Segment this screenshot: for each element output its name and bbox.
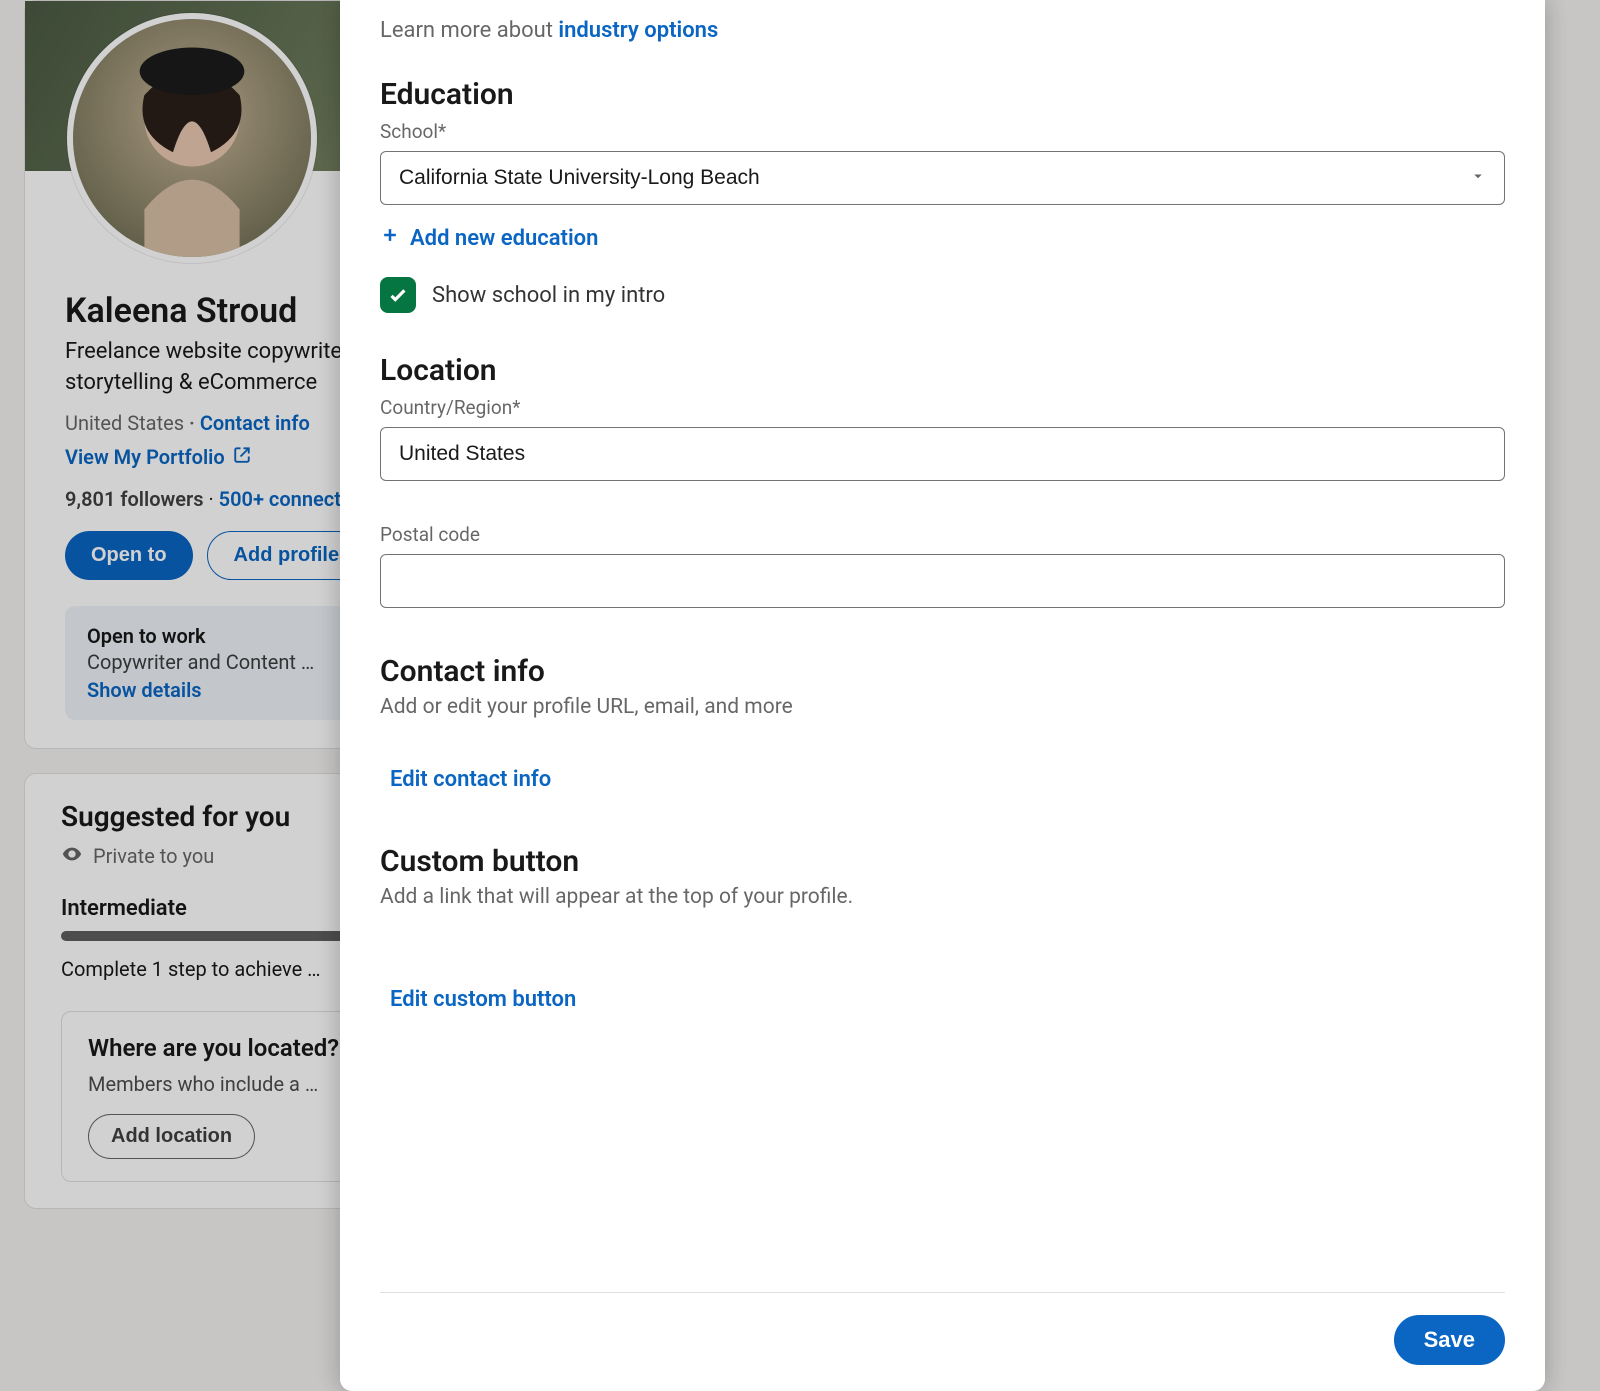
portfolio-label: View My Portfolio: [65, 445, 225, 469]
avatar[interactable]: [67, 13, 317, 263]
postal-input[interactable]: [380, 554, 1505, 608]
industry-hint: Learn more about industry options: [380, 18, 1505, 43]
section-custom-title: Custom button: [380, 844, 1505, 879]
postal-label: Postal code: [380, 523, 1505, 546]
section-contact-title: Contact info: [380, 654, 1505, 689]
add-new-education-link[interactable]: Add new education: [380, 225, 1505, 251]
avatar-image: [73, 19, 311, 257]
edit-contact-info-link[interactable]: Edit contact info: [380, 767, 551, 792]
modal-footer: Save: [380, 1292, 1505, 1365]
edit-custom-button-link[interactable]: Edit custom button: [380, 987, 576, 1012]
section-education-title: Education: [380, 77, 1505, 112]
school-label: School*: [380, 120, 1505, 143]
open-to-button[interactable]: Open to: [65, 531, 193, 580]
show-school-checkbox[interactable]: [380, 277, 416, 313]
check-icon: [387, 284, 409, 306]
contact-info-link[interactable]: Contact info: [189, 411, 310, 435]
industry-options-link[interactable]: industry options: [558, 18, 718, 43]
add-new-education-label: Add new education: [410, 226, 598, 251]
portfolio-link[interactable]: View My Portfolio: [65, 445, 251, 469]
country-label: Country/Region*: [380, 396, 1505, 419]
external-link-icon: [233, 445, 251, 469]
add-location-button[interactable]: Add location: [88, 1114, 255, 1159]
eye-icon: [61, 843, 83, 870]
school-select[interactable]: [380, 151, 1505, 205]
private-label: Private to you: [93, 844, 214, 868]
show-school-label: Show school in my intro: [432, 283, 665, 308]
open-to-show-details[interactable]: Show details: [87, 678, 202, 702]
followers-count: 9,801 followers: [65, 487, 204, 511]
save-button[interactable]: Save: [1394, 1315, 1505, 1365]
profile-location: United States: [65, 411, 184, 435]
section-location-title: Location: [380, 353, 1505, 388]
hint-prefix: Learn more about: [380, 18, 558, 43]
contact-desc: Add or edit your profile URL, email, and…: [380, 695, 1505, 719]
custom-desc: Add a link that will appear at the top o…: [380, 885, 1505, 909]
plus-icon: [380, 225, 400, 251]
country-input[interactable]: [380, 427, 1505, 481]
edit-intro-modal: Learn more about industry options Educat…: [340, 0, 1545, 1391]
